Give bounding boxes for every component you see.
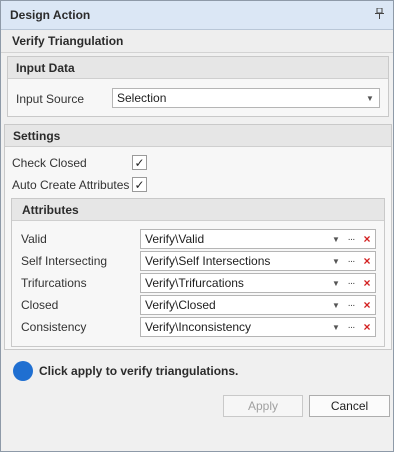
attribute-label: Closed bbox=[21, 298, 59, 312]
remove-icon[interactable]: × bbox=[359, 320, 375, 334]
ellipsis-icon[interactable]: ··· bbox=[343, 322, 359, 333]
input-source-dropdown[interactable]: Selection ▼ bbox=[112, 88, 380, 108]
attribute-dropdown[interactable]: Verify\Self Intersections ▼ ··· × bbox=[140, 251, 376, 271]
info-text: Click apply to verify triangulations. bbox=[39, 364, 239, 378]
apply-button[interactable]: Apply bbox=[223, 395, 303, 417]
input-source-label: Input Source bbox=[16, 92, 85, 106]
action-title: Verify Triangulation bbox=[1, 30, 393, 53]
attribute-dropdown[interactable]: Verify\Closed ▼ ··· × bbox=[140, 295, 376, 315]
checkmark-icon: ✓ bbox=[134, 177, 145, 192]
attribute-dropdown[interactable]: Verify\Valid ▼ ··· × bbox=[140, 229, 376, 249]
remove-icon[interactable]: × bbox=[359, 254, 375, 268]
chevron-down-icon[interactable]: ▼ bbox=[329, 274, 343, 292]
input-data-header: Input Data bbox=[8, 57, 388, 79]
ellipsis-icon[interactable]: ··· bbox=[343, 256, 359, 267]
attribute-value: Verify\Closed bbox=[145, 298, 216, 312]
chevron-down-icon[interactable]: ▼ bbox=[361, 89, 379, 107]
remove-icon[interactable]: × bbox=[359, 298, 375, 312]
attribute-label: Self Intersecting bbox=[21, 254, 108, 268]
attribute-label: Valid bbox=[21, 232, 47, 246]
info-message: Click apply to verify triangulations. bbox=[13, 361, 238, 381]
input-data-group: Input Data Input Source Selection ▼ bbox=[7, 56, 389, 117]
chevron-down-icon[interactable]: ▼ bbox=[329, 230, 343, 248]
titlebar: Design Action bbox=[1, 1, 393, 30]
chevron-down-icon[interactable]: ▼ bbox=[329, 318, 343, 336]
attribute-value: Verify\Valid bbox=[145, 232, 205, 246]
checkmark-icon: ✓ bbox=[134, 155, 145, 170]
check-closed-checkbox[interactable]: ✓ bbox=[132, 155, 147, 170]
settings-header: Settings bbox=[5, 125, 391, 147]
settings-group: Settings Check Closed ✓ Auto Create Attr… bbox=[4, 124, 392, 350]
auto-create-attributes-label: Auto Create Attributes bbox=[12, 178, 130, 192]
attributes-header: Attributes bbox=[12, 199, 384, 221]
info-dot-icon bbox=[13, 361, 33, 381]
remove-icon[interactable]: × bbox=[359, 232, 375, 246]
attribute-label: Consistency bbox=[21, 320, 87, 334]
ellipsis-icon[interactable]: ··· bbox=[343, 234, 359, 245]
remove-icon[interactable]: × bbox=[359, 276, 375, 290]
cancel-button[interactable]: Cancel bbox=[309, 395, 390, 417]
design-action-panel: Design Action Verify Triangulation Input… bbox=[0, 0, 394, 452]
attribute-value: Verify\Trifurcations bbox=[145, 276, 244, 290]
attribute-value: Verify\Inconsistency bbox=[145, 320, 252, 334]
auto-create-attributes-checkbox[interactable]: ✓ bbox=[132, 177, 147, 192]
chevron-down-icon[interactable]: ▼ bbox=[329, 252, 343, 270]
ellipsis-icon[interactable]: ··· bbox=[343, 300, 359, 311]
ellipsis-icon[interactable]: ··· bbox=[343, 278, 359, 289]
input-source-value: Selection bbox=[117, 91, 167, 105]
attributes-group: Attributes Valid Verify\Valid ▼ ··· × Self In… bbox=[11, 198, 385, 347]
attribute-value: Verify\Self Intersections bbox=[145, 254, 271, 268]
panel-title: Design Action bbox=[10, 8, 91, 22]
attribute-label: Trifurcations bbox=[21, 276, 87, 290]
chevron-down-icon[interactable]: ▼ bbox=[329, 296, 343, 314]
pin-icon[interactable] bbox=[373, 7, 385, 22]
attribute-dropdown[interactable]: Verify\Trifurcations ▼ ··· × bbox=[140, 273, 376, 293]
attribute-dropdown[interactable]: Verify\Inconsistency ▼ ··· × bbox=[140, 317, 376, 337]
check-closed-label: Check Closed bbox=[12, 156, 87, 170]
